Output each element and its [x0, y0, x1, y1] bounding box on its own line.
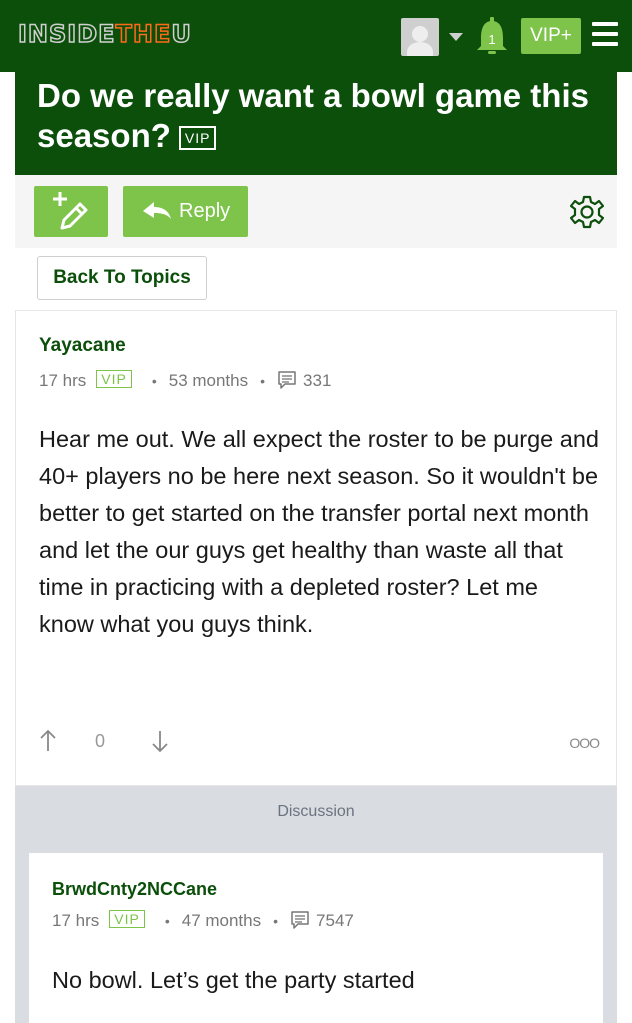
logo-text-u: U	[171, 19, 192, 49]
logo-text-inside: INSIDE	[17, 19, 116, 49]
meta-separator: •	[273, 913, 279, 929]
meta-separator: •	[164, 913, 170, 929]
post-vip-badge: VIP	[96, 370, 132, 388]
menu-line	[592, 32, 618, 36]
upvote-arrow-icon[interactable]	[39, 729, 57, 753]
topic-title: Do we really want a bowl game this seaso…	[37, 72, 595, 156]
topic-vip-tag-text: VIP	[184, 130, 211, 147]
reply-vip-badge: VIP	[109, 910, 145, 928]
post-author[interactable]: Yayacane	[39, 335, 126, 357]
reply-post: BrwdCnty2NCCane 17 hrs VIP • 47 months • 7547…	[29, 853, 603, 1023]
vip-plus-button[interactable]: VIP+	[521, 18, 581, 54]
post-count: 331	[303, 371, 332, 390]
reply-time: 17 hrs	[52, 911, 100, 930]
menu-line	[592, 42, 618, 46]
notification-count: 1	[488, 32, 495, 47]
notifications-bell[interactable]: 1	[475, 16, 509, 56]
meta-separator: •	[151, 373, 157, 389]
reply-button-label: Reply	[179, 200, 231, 222]
discussion-header: Discussion	[15, 786, 617, 838]
downvote-arrow-icon[interactable]	[151, 729, 169, 753]
reply-meta: 17 hrs VIP • 47 months • 7547	[52, 909, 354, 933]
reply-author-tenure: 47 months	[181, 911, 262, 930]
avatar-body	[407, 42, 433, 56]
gear-icon	[569, 195, 605, 229]
top-nav-bar: INSIDETHEU 1 VIP+	[0, 0, 632, 72]
more-options-icon[interactable]: OOO	[569, 735, 600, 751]
back-to-topics-button[interactable]: Back To Topics	[37, 256, 207, 300]
post-author-tenure: 53 months	[168, 371, 249, 390]
logo-text-the: THE	[115, 19, 172, 49]
post-body: Hear me out. We all expect the roster to…	[39, 426, 599, 637]
settings-button[interactable]	[569, 195, 605, 229]
reply-body: No bowl. Let’s get the party started	[52, 967, 415, 993]
reply-button[interactable]: Reply	[123, 186, 248, 237]
post-meta: 17 hrs VIP • 53 months • 331	[39, 369, 331, 393]
bell-icon: 1	[477, 17, 507, 54]
user-avatar[interactable]	[401, 18, 439, 56]
avatar-head	[412, 26, 428, 42]
comment-icon	[291, 911, 309, 929]
post-time: 17 hrs	[39, 371, 87, 390]
site-logo[interactable]: INSIDETHEU	[17, 19, 192, 49]
menu-icon[interactable]	[592, 22, 618, 46]
menu-line	[592, 22, 618, 26]
meta-separator: •	[260, 373, 266, 389]
topic-vip-tag: VIP	[178, 126, 217, 151]
reply-arrow-icon	[143, 202, 171, 219]
caret-down-icon[interactable]	[449, 33, 463, 41]
new-post-icon	[53, 192, 88, 230]
reply-post-count: 7547	[316, 911, 354, 930]
vote-bar: 0 OOO	[39, 727, 600, 757]
reply-author[interactable]: BrwdCnty2NCCane	[52, 879, 217, 900]
vote-count: 0	[95, 731, 106, 751]
comment-icon	[278, 371, 296, 389]
new-post-button[interactable]	[34, 186, 108, 237]
topic-action-bar: Reply	[15, 175, 617, 248]
topic-title-box: Do we really want a bowl game this seaso…	[15, 72, 617, 175]
topic-title-text: Do we really want a bowl game this seaso…	[37, 77, 589, 154]
original-post: Yayacane 17 hrs VIP • 53 months • 331 Hear me…	[15, 310, 617, 786]
